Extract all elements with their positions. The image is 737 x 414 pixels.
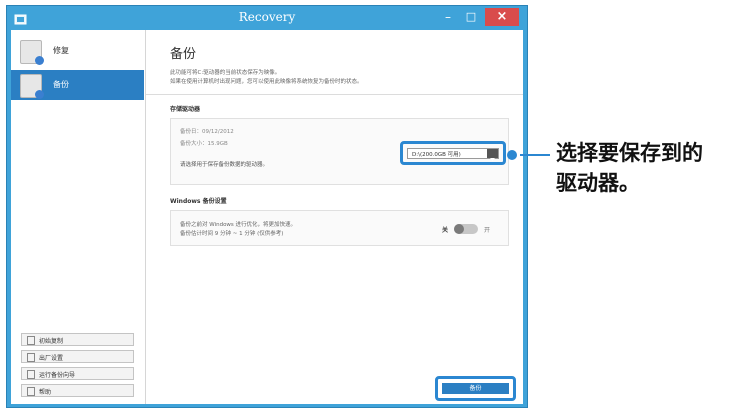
drive-select-label: 请选择用于保存备份数据的驱动器。 (180, 162, 269, 168)
chevron-down-icon (487, 149, 498, 161)
windows-line-1: 备份之前对 Windows 进行优化，将更加快速。 (180, 222, 297, 228)
restore-icon (20, 40, 44, 65)
button-label: 初始复制 (39, 338, 64, 345)
sidebar-item-label: 备份 (53, 80, 69, 89)
windows-line-2: 备份估计时间 9 分钟 ~ 1 分钟 (仅供参考) (180, 231, 284, 237)
button-label: 运行备份向导 (39, 372, 76, 379)
backup-size: 备份大小：15.9GB (180, 141, 228, 147)
initial-copy-button[interactable]: 初始复制 (21, 333, 134, 346)
copy-icon (27, 336, 35, 345)
windows-panel: 备份之前对 Windows 进行优化，将更加快速。 备份估计时间 9 分钟 ~ … (170, 210, 509, 246)
backup-wizard-button[interactable]: 运行备份向导 (21, 367, 134, 380)
optimize-toggle[interactable] (454, 224, 478, 234)
toggle-off-label: 关 (442, 227, 449, 234)
client-area: 修复 备份 初始复制 出厂设置 运行备份向导 帮助 备份 此功能可将C:驱动器的… (11, 30, 523, 404)
toggle-knob (454, 224, 464, 234)
minimize-button[interactable]: – (437, 8, 459, 26)
backup-button[interactable]: 备份 (442, 383, 509, 394)
close-button[interactable]: × (485, 8, 519, 26)
callout-dot (507, 150, 517, 160)
description-line-1: 此功能可将C:驱动器的当前状态保存为映像。 (170, 70, 281, 76)
drive-dropdown-highlight: D:\(200.0GB 可用) (400, 141, 506, 165)
drive-dropdown[interactable]: D:\(200.0GB 可用) (407, 148, 499, 161)
recovery-window: Recovery – □ × 修复 备份 初始复制 出厂设置 运行备份向导 帮助… (6, 5, 528, 408)
callout-text: 选择要保存到的 驱动器。 (556, 138, 736, 198)
toggle-on-label: 开 (484, 227, 491, 234)
callout-line-1: 选择要保存到的 (556, 141, 703, 165)
callout-line (520, 154, 550, 156)
backup-button-highlight: 备份 (435, 376, 516, 401)
page-title: 备份 (170, 47, 197, 62)
factory-settings-button[interactable]: 出厂设置 (21, 350, 134, 363)
button-label: 出厂设置 (39, 355, 64, 362)
sidebar-item-restore[interactable]: 修复 (11, 36, 144, 66)
sidebar-item-backup[interactable]: 备份 (11, 70, 144, 100)
windows-section-title: Windows 备份设置 (170, 198, 227, 205)
divider (146, 94, 523, 95)
main-panel: 备份 此功能可将C:驱动器的当前状态保存为映像。 如果在使用计算机时出现问题，您… (146, 30, 523, 404)
help-button[interactable]: 帮助 (21, 384, 134, 397)
maximize-button[interactable]: □ (460, 8, 482, 26)
sidebar: 修复 备份 初始复制 出厂设置 运行备份向导 帮助 (11, 30, 146, 404)
factory-icon (27, 353, 35, 362)
title-bar[interactable]: Recovery – □ × (7, 6, 527, 30)
help-icon (27, 387, 35, 396)
button-label: 帮助 (39, 389, 52, 396)
wizard-icon (27, 370, 35, 379)
sidebar-item-label: 修复 (53, 46, 69, 55)
callout-line-2: 驱动器。 (556, 171, 640, 195)
description-line-2: 如果在使用计算机时出现问题，您可以使用此映像将系统恢复为备份时的状态。 (170, 79, 363, 85)
backup-date: 备份日：09/12/2012 (180, 129, 234, 135)
drive-dropdown-value: D:\(200.0GB 可用) (412, 152, 461, 158)
storage-section-title: 存储驱动器 (170, 106, 201, 113)
backup-icon (20, 74, 44, 99)
